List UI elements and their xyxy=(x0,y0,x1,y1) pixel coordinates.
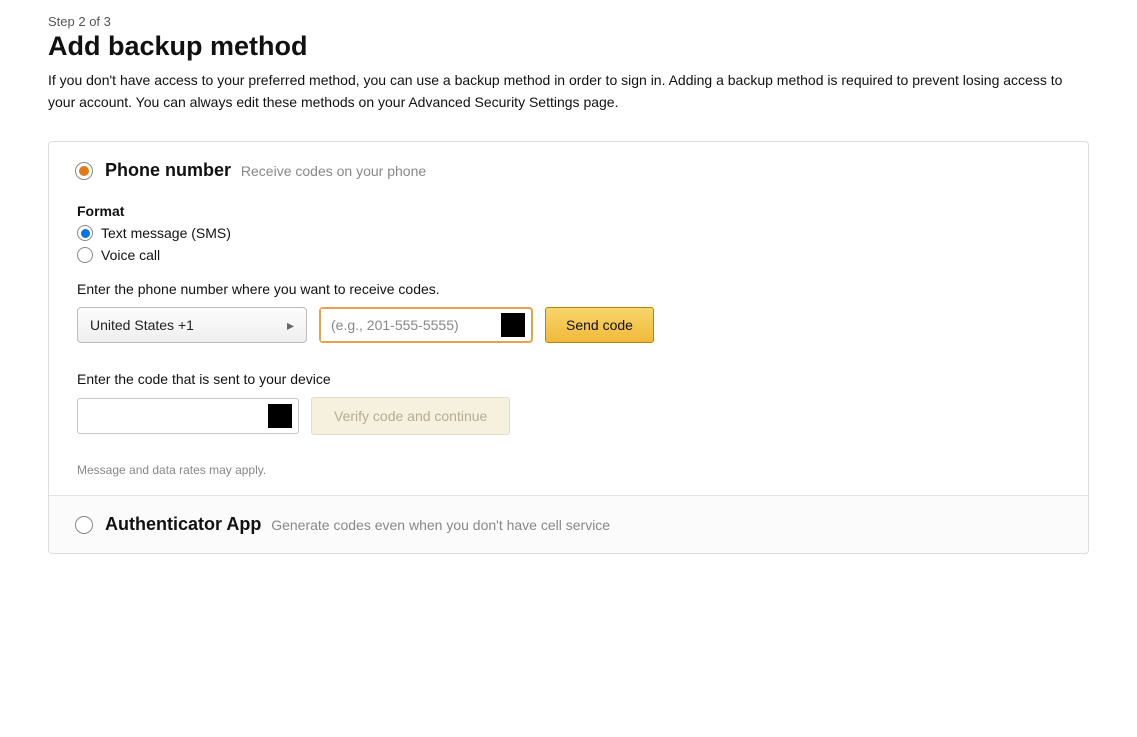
format-voice-label: Voice call xyxy=(101,247,160,263)
page-intro: If you don't have access to your preferr… xyxy=(48,70,1088,113)
format-sms-label: Text message (SMS) xyxy=(101,225,231,241)
phone-title: Phone number xyxy=(105,160,231,180)
format-voice-option[interactable]: Voice call xyxy=(77,247,1062,263)
phone-input-wrap xyxy=(319,307,533,343)
step-indicator: Step 2 of 3 xyxy=(48,14,1089,29)
code-input[interactable] xyxy=(78,399,268,433)
code-input-wrap xyxy=(77,398,299,434)
format-sms-radio[interactable] xyxy=(77,225,93,241)
phone-section: Phone number Receive codes on your phone… xyxy=(49,142,1088,495)
verify-button: Verify code and continue xyxy=(311,397,510,435)
page-title: Add backup method xyxy=(48,31,1089,62)
send-code-button[interactable]: Send code xyxy=(545,307,654,343)
chevron-down-icon: ▸ xyxy=(287,317,294,334)
enter-code-prompt: Enter the code that is sent to your devi… xyxy=(77,371,1062,387)
authapp-subtitle: Generate codes even when you don't have … xyxy=(271,517,610,533)
format-sms-option[interactable]: Text message (SMS) xyxy=(77,225,1062,241)
enter-number-prompt: Enter the phone number where you want to… xyxy=(77,281,1062,297)
authapp-title: Authenticator App xyxy=(105,514,261,534)
authapp-section[interactable]: Authenticator App Generate codes even wh… xyxy=(49,495,1088,553)
rates-fineprint: Message and data rates may apply. xyxy=(77,463,1062,477)
methods-card: Phone number Receive codes on your phone… xyxy=(48,141,1089,554)
country-select[interactable]: United States +1 ▸ xyxy=(77,307,307,343)
authapp-radio[interactable] xyxy=(75,516,93,534)
country-selected-label: United States +1 xyxy=(90,317,194,333)
code-input-indicator xyxy=(268,404,292,428)
phone-input-indicator xyxy=(501,313,525,337)
format-label: Format xyxy=(77,203,1062,219)
phone-input[interactable] xyxy=(321,309,501,341)
phone-subtitle: Receive codes on your phone xyxy=(241,163,426,179)
phone-radio[interactable] xyxy=(75,162,93,180)
format-voice-radio[interactable] xyxy=(77,247,93,263)
